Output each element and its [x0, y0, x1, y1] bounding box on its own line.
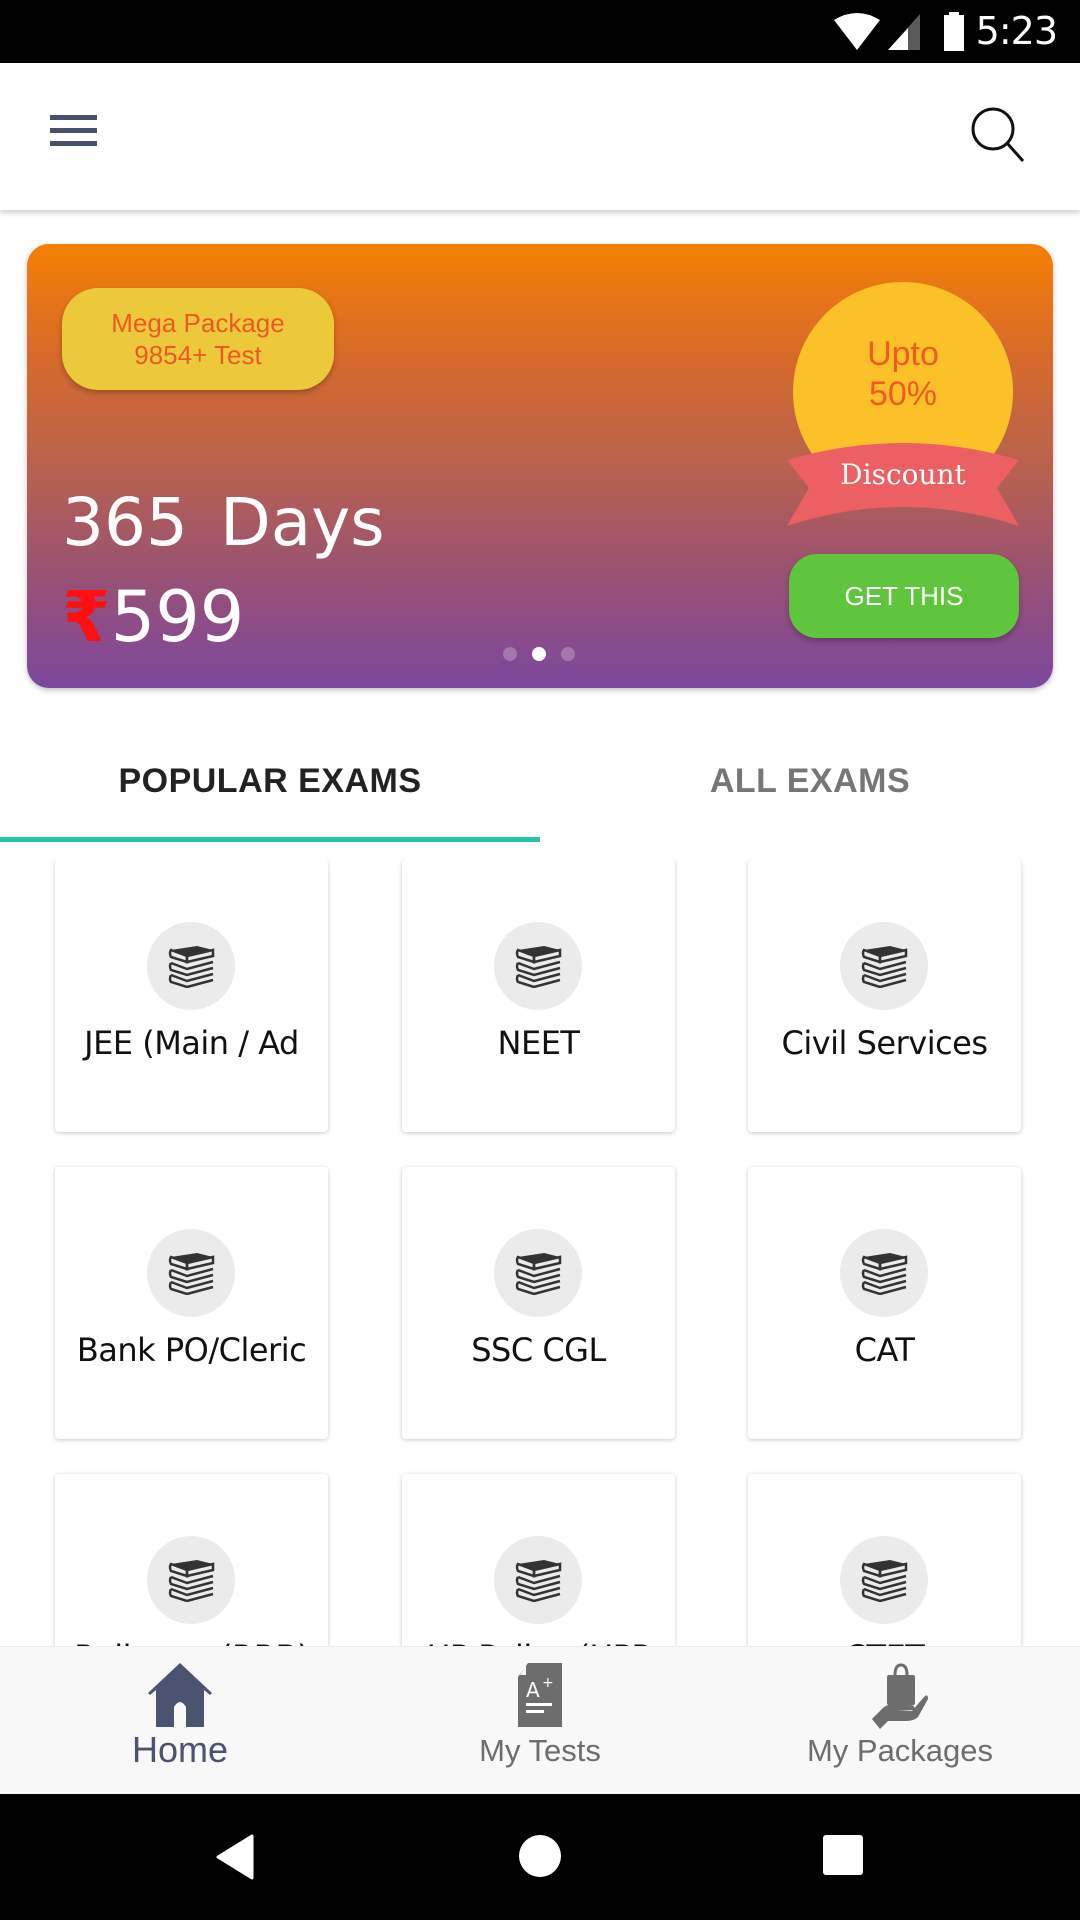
battery-icon	[944, 12, 964, 51]
validity: 365 Days	[62, 484, 385, 561]
home-icon	[148, 1663, 212, 1727]
back-icon[interactable]	[214, 1834, 258, 1880]
validity-days: 365	[62, 484, 188, 561]
screen: 5:23 Mega Package 9854+ Test 365 Days ₹59…	[0, 0, 1080, 1920]
books-icon	[840, 1229, 928, 1317]
price: ₹599	[62, 576, 244, 658]
exam-card[interactable]: CTET	[748, 1474, 1021, 1646]
carousel-dot-active[interactable]	[532, 647, 546, 661]
books-icon	[494, 1229, 582, 1317]
exam-card[interactable]: NEET	[402, 860, 675, 1132]
promo-banner[interactable]: Mega Package 9854+ Test 365 Days ₹599 Upt…	[27, 244, 1053, 688]
exam-card[interactable]: JEE (Main / Ad	[55, 860, 328, 1132]
system-navigation-bar	[0, 1794, 1080, 1920]
price-value: 599	[110, 576, 245, 658]
books-icon	[147, 1229, 235, 1317]
tab-all-exams[interactable]: ALL EXAMS	[540, 720, 1080, 842]
wifi-icon	[834, 13, 880, 50]
nav-home[interactable]: Home	[0, 1647, 360, 1795]
books-icon	[840, 1536, 928, 1624]
tab-indicator	[0, 837, 540, 842]
tab-popular-exams[interactable]: POPULAR EXAMS	[0, 720, 540, 842]
hamburger-menu-icon[interactable]	[38, 95, 110, 167]
svg-text:+: +	[542, 1675, 554, 1691]
rupee-icon: ₹	[62, 576, 111, 658]
search-icon[interactable]	[958, 93, 1038, 173]
books-icon	[147, 922, 235, 1010]
exam-card-label: UP Police (UPP	[402, 1638, 675, 1646]
exam-card[interactable]: CAT	[748, 1167, 1021, 1439]
carousel-indicator	[503, 647, 583, 663]
exam-card-label: Bank PO/Cleric	[76, 1331, 307, 1369]
discount-ribbon: Discount	[787, 436, 1019, 530]
package-title: Mega Package	[111, 308, 285, 338]
exam-card-label: CTET	[748, 1638, 1021, 1646]
exam-card-label: CAT	[854, 1331, 915, 1369]
carousel-dot[interactable]	[503, 647, 517, 661]
package-hand-icon	[872, 1663, 928, 1729]
books-icon	[494, 922, 582, 1010]
package-test-count: 9854+ Test	[134, 340, 262, 370]
validity-unit: Days	[219, 484, 385, 561]
nav-my-tests-label: My Tests	[479, 1733, 601, 1768]
status-bar: 5:23	[0, 0, 1080, 63]
nav-home-label: Home	[131, 1729, 229, 1770]
nav-my-tests[interactable]: A + My Tests	[360, 1647, 720, 1795]
exam-card-label: Railways (RRB)	[55, 1638, 328, 1646]
carousel-dot[interactable]	[561, 647, 575, 661]
nav-my-packages-label: My Packages	[806, 1733, 994, 1768]
exam-card[interactable]: Railways (RRB)	[55, 1474, 328, 1646]
test-sheet-icon: A +	[518, 1663, 562, 1727]
exam-card-label: JEE (Main / Ad	[84, 1024, 299, 1062]
clock: 5:23	[975, 9, 1058, 53]
svg-text:A: A	[526, 1678, 540, 1702]
bottom-navigation: Home A + My Tests My Packages	[0, 1646, 1080, 1794]
exam-card[interactable]: Civil Services	[748, 860, 1021, 1132]
home-circle-icon[interactable]	[518, 1834, 562, 1878]
books-icon	[147, 1536, 235, 1624]
exam-card-label: SSC CGL	[471, 1331, 606, 1369]
nav-my-packages[interactable]: My Packages	[720, 1647, 1080, 1795]
signal-icon	[888, 14, 920, 50]
get-this-button[interactable]: GET THIS	[789, 554, 1019, 638]
exam-card-label: Civil Services	[781, 1024, 988, 1062]
exam-card-label: NEET	[497, 1024, 580, 1062]
app-bar	[0, 63, 1080, 210]
exam-grid: JEE (Main / Ad NEET Civil Services Bank PO/…	[0, 860, 1080, 1646]
recents-icon[interactable]	[822, 1834, 864, 1876]
discount-percent: 50%	[868, 375, 938, 413]
exam-card[interactable]: SSC CGL	[402, 1167, 675, 1439]
books-icon	[840, 922, 928, 1010]
package-badge: Mega Package 9854+ Test	[62, 288, 334, 390]
exam-card[interactable]: Bank PO/Cleric	[55, 1167, 328, 1439]
exam-card[interactable]: UP Police (UPP	[402, 1474, 675, 1646]
books-icon	[494, 1536, 582, 1624]
discount-ribbon-label: Discount	[840, 458, 966, 491]
discount-upto: Upto	[867, 335, 939, 373]
exam-tabs: POPULAR EXAMS ALL EXAMS	[0, 720, 1080, 842]
